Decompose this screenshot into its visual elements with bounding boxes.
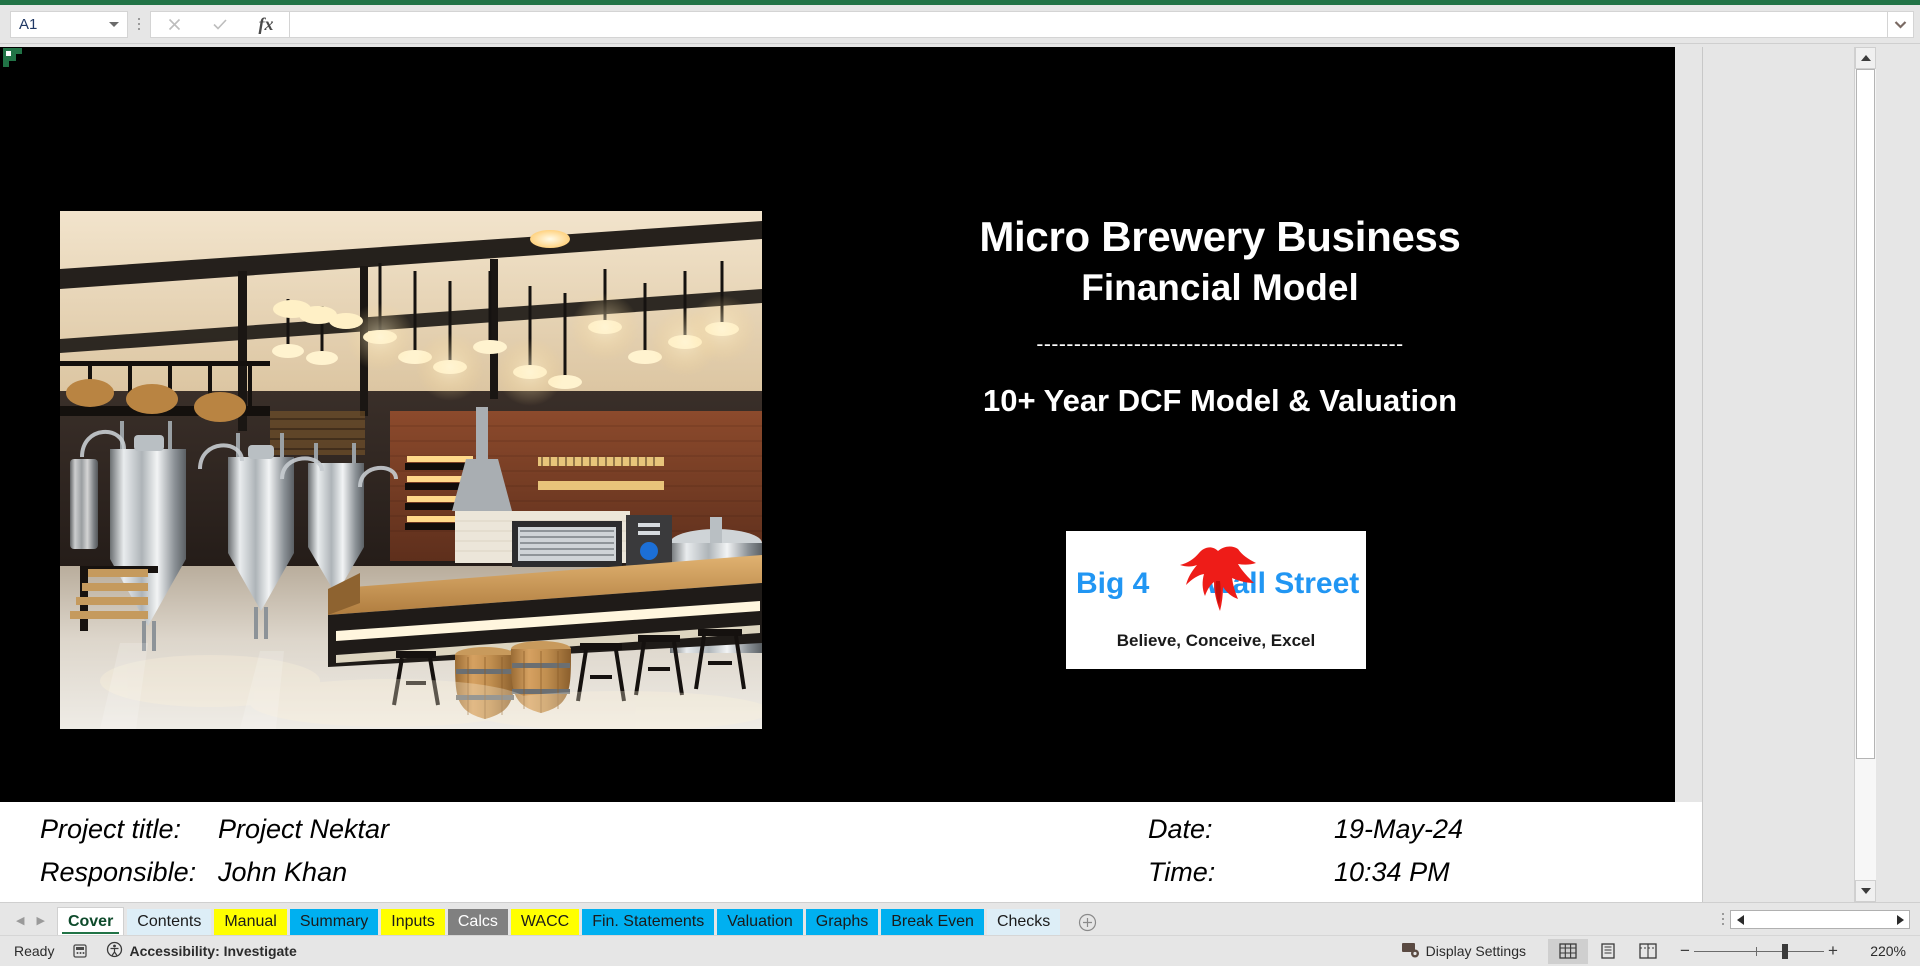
logo-tagline: Believe, Conceive, Excel xyxy=(1116,631,1316,650)
sheet-tab-label: Fin. Statements xyxy=(592,913,705,930)
zoom-in-button[interactable]: + xyxy=(1824,941,1842,961)
fx-icon[interactable]: fx xyxy=(243,12,289,37)
date-label: Date: xyxy=(1148,814,1213,844)
page-layout-icon[interactable] xyxy=(1588,939,1628,964)
sheet-tab-label: WACC xyxy=(520,913,570,930)
sheet-tab-contents[interactable]: Contents xyxy=(127,909,212,935)
sheet-tab-label: Graphs xyxy=(815,913,869,930)
date-value: 19-May-24 xyxy=(1334,814,1464,844)
plus-circle-icon[interactable] xyxy=(1072,909,1102,935)
zoom-thumb[interactable] xyxy=(1782,943,1788,959)
sheet-tab-label: Checks xyxy=(996,913,1051,930)
status-mode: Ready xyxy=(14,943,55,959)
sheet-tab-label: Contents xyxy=(137,913,202,930)
scroll-right-icon[interactable] xyxy=(1891,911,1909,928)
sheet-tab-manual[interactable]: Manual xyxy=(214,909,287,935)
scroll-up-icon[interactable] xyxy=(1855,47,1876,69)
zoom-slider[interactable]: − + xyxy=(1676,941,1842,961)
company-logo: Big 4 Wall Street Believe, Conceive, Exce… xyxy=(1066,531,1366,669)
check-icon[interactable] xyxy=(197,12,243,37)
sheet-tab-fin-statements[interactable]: Fin. Statements xyxy=(582,909,715,935)
logo-word-left: Big 4 xyxy=(1076,567,1150,600)
sheet-tab-valuation[interactable]: Valuation xyxy=(717,909,803,935)
zoom-track[interactable] xyxy=(1694,943,1824,959)
vertical-scroll-track[interactable] xyxy=(1855,759,1876,880)
normal-view-icon[interactable] xyxy=(1548,938,1588,964)
vertical-scrollbar[interactable] xyxy=(1854,47,1876,902)
display-settings-label: Display Settings xyxy=(1425,943,1526,959)
formula-bar: A1 fx xyxy=(0,5,1920,44)
worksheet-area[interactable]: Micro Brewery Business Financial Model -… xyxy=(0,44,1920,902)
sheet-nav-arrows[interactable]: ◀ ▶ xyxy=(10,914,57,935)
cover-title-line1: Micro Brewery Business xyxy=(979,213,1461,260)
cover-title-line2: Financial Model xyxy=(1081,267,1359,309)
sheet-tab-cover[interactable]: Cover xyxy=(56,907,125,935)
zoom-out-button[interactable]: − xyxy=(1676,941,1694,961)
zoom-midpoint-tick xyxy=(1756,946,1757,956)
sheet-tab-break-even[interactable]: Break Even xyxy=(881,909,984,935)
sheet-tab-bar: ◀ ▶ Cover Contents Manual Summary Inputs Calc… xyxy=(0,902,1920,935)
responsible-value: John Khan xyxy=(218,857,348,887)
horizontal-split-grip[interactable] xyxy=(1722,913,1724,935)
chevron-right-icon[interactable]: ▶ xyxy=(36,914,44,927)
accessibility-status[interactable]: Accessibility: Investigate xyxy=(106,941,297,961)
formula-bar-buttons: fx xyxy=(150,10,289,38)
status-bar: Ready Accessibility: Investigate Display… xyxy=(0,935,1920,966)
sheet-tab-label: Break Even xyxy=(891,913,974,930)
accessibility-label: Accessibility: Investigate xyxy=(129,943,297,959)
grid-empty-area-right[interactable] xyxy=(1675,47,1702,802)
scroll-left-icon[interactable] xyxy=(1731,911,1749,928)
vertical-scroll-thumb[interactable] xyxy=(1856,69,1875,759)
sheet-tab-wacc[interactable]: WACC xyxy=(510,909,580,935)
project-title-value: Project Nektar xyxy=(218,814,390,844)
sheet-tab-checks[interactable]: Checks xyxy=(986,909,1061,935)
sheet-tab-graphs[interactable]: Graphs xyxy=(805,909,879,935)
chevron-left-icon[interactable]: ◀ xyxy=(16,914,24,927)
name-box[interactable]: A1 xyxy=(10,10,128,38)
time-value: 10:34 PM xyxy=(1334,857,1450,887)
sheet-tab-label: Cover xyxy=(67,912,114,930)
sheet-tab-label: Summary xyxy=(299,913,369,930)
time-label: Time: xyxy=(1148,857,1216,887)
record-macro-icon[interactable] xyxy=(72,943,88,959)
scroll-down-icon[interactable] xyxy=(1855,880,1876,902)
responsible-label: Responsible: xyxy=(40,857,197,887)
accessibility-icon xyxy=(106,941,123,961)
cover-title-block: Micro Brewery Business Financial Model -… xyxy=(840,214,1600,419)
sheet-tab-summary[interactable]: Summary xyxy=(289,909,379,935)
sheet-tab-inputs[interactable]: Inputs xyxy=(381,909,445,935)
project-title-label: Project title: xyxy=(40,814,182,844)
cover-divider: ----------------------------------------… xyxy=(1036,333,1404,357)
page-break-view-icon[interactable] xyxy=(1628,939,1668,964)
zoom-level[interactable]: 220% xyxy=(1850,943,1906,959)
sheet-canvas[interactable]: Micro Brewery Business Financial Model -… xyxy=(0,44,1876,902)
sheet-tab-label: Inputs xyxy=(391,913,435,930)
close-icon[interactable] xyxy=(151,12,197,37)
brewery-interior-photo xyxy=(60,211,762,729)
name-box-value: A1 xyxy=(19,15,38,33)
cover-subtitle: 10+ Year DCF Model & Valuation xyxy=(982,383,1458,419)
sheet-tabs[interactable]: Cover Contents Manual Summary Inputs Calcs WAC… xyxy=(56,904,1061,935)
horizontal-scrollbar[interactable] xyxy=(1730,910,1910,929)
display-settings-icon xyxy=(1401,942,1420,961)
sheet-tab-label: Calcs xyxy=(457,913,498,930)
chevron-down-icon[interactable] xyxy=(1888,10,1914,38)
formula-bar-grip[interactable] xyxy=(128,11,150,38)
formula-input[interactable] xyxy=(289,10,1888,38)
horizontal-scroll-track[interactable] xyxy=(1749,911,1891,928)
sheet-tab-label: Valuation xyxy=(727,913,793,930)
grid-empty-area[interactable] xyxy=(1702,47,1876,902)
display-settings[interactable]: Display Settings xyxy=(1401,942,1526,961)
cell-a1-selection-marker xyxy=(3,48,25,68)
project-info-band: Project title: Project Nektar Date: 19-M… xyxy=(0,802,1702,902)
sheet-tab-label: Manual xyxy=(224,913,277,930)
chevron-down-icon[interactable] xyxy=(109,21,119,27)
sheet-tab-calcs[interactable]: Calcs xyxy=(447,909,508,935)
eagle-icon xyxy=(1172,543,1264,623)
